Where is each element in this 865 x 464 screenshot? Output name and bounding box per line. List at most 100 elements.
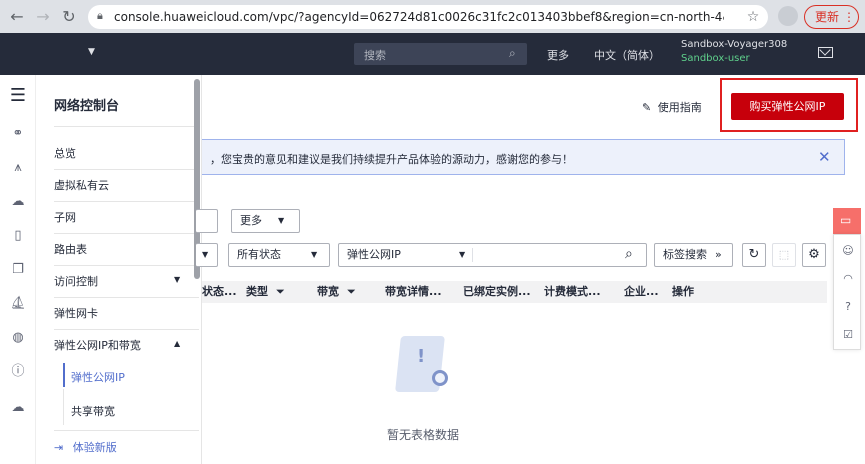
- menu-item-access-control[interactable]: 访问控制: [54, 273, 98, 289]
- menu-divider: [54, 297, 199, 298]
- export-icon[interactable]: ⬚: [772, 243, 796, 267]
- column-header-enterprise[interactable]: 企业...: [624, 281, 659, 303]
- hamburger-menu-icon[interactable]: ☰: [9, 87, 27, 105]
- eip-filter-input[interactable]: 弹性公网IP ▼ ⌕: [338, 243, 647, 267]
- more-menu[interactable]: 更多: [547, 47, 569, 63]
- menu-item-vpc[interactable]: 虚拟私有云: [54, 177, 109, 193]
- smile-icon[interactable]: ☺: [840, 243, 856, 259]
- partial-action-button[interactable]: [196, 209, 218, 233]
- console-top-nav: ▼ 搜索 ⌕ 更多 中文（简体） Sandbox-Voyager308 Sand…: [0, 33, 865, 75]
- menu-item-overview[interactable]: 总览: [54, 145, 76, 161]
- empty-table-illustration: !: [380, 330, 460, 400]
- column-header-status[interactable]: 状态...: [202, 281, 237, 303]
- forward-arrow-icon[interactable]: →: [32, 6, 54, 28]
- region-dropdown-chevron-icon[interactable]: ▼: [88, 47, 95, 57]
- headset-icon[interactable]: ◠: [840, 271, 856, 287]
- filter-icon[interactable]: ⏷: [347, 285, 356, 298]
- globe-icon[interactable]: ◍: [9, 329, 27, 347]
- browser-update-button[interactable]: 更新 ⋮: [804, 5, 859, 29]
- menu-divider: [54, 329, 199, 330]
- sailboat-icon[interactable]: ⛵︎: [9, 295, 27, 313]
- filter-divider: [472, 248, 473, 262]
- chevron-up-icon[interactable]: ▲: [174, 339, 180, 348]
- vpc-icon[interactable]: ⩚: [9, 159, 27, 177]
- more-vert-icon: ⋮: [843, 10, 855, 24]
- checklist-icon[interactable]: ☑: [840, 327, 856, 343]
- help-icon[interactable]: ?: [840, 299, 856, 315]
- profile-avatar-icon[interactable]: [778, 6, 798, 26]
- menu-item-subnet[interactable]: 子网: [54, 209, 76, 225]
- caret-down-icon: ▼: [311, 250, 318, 259]
- notice-text: ，您宝贵的意见和建议是我们持续提升产品体验的源动力，感谢您的参与！: [210, 153, 573, 166]
- main-content: ✎ 使用指南 购买弹性公网IP ，您宝贵的意见和建议是我们持续提升产品体验的源动…: [196, 75, 865, 464]
- menu-divider: [54, 430, 199, 431]
- column-header-bandwidth-detail[interactable]: 带宽详情...: [385, 281, 442, 303]
- notice-banner: ，您宝贵的意见和建议是我们持续提升产品体验的源动力，感谢您的参与！ ✕: [202, 139, 845, 175]
- chat-icon: ▭: [840, 213, 852, 227]
- edit-doc-icon: ✎: [642, 101, 652, 114]
- service-rail: ☰ ⚭ ⩚ ☁ ▯ ❐ ⛵︎ ◍ ⓘ ☁: [0, 75, 36, 464]
- column-header-billing[interactable]: 计费模式...: [544, 281, 601, 303]
- search-icon[interactable]: ⌕: [625, 243, 633, 265]
- url-text: console.huaweicloud.com/vpc/?agencyId=06…: [114, 10, 724, 24]
- username: Sandbox-Voyager308: [681, 39, 788, 50]
- menu-divider: [54, 126, 199, 127]
- cloud-outline-icon[interactable]: ☁: [9, 399, 27, 417]
- filter-icon[interactable]: ⏷: [276, 285, 285, 298]
- lock-icon: 🔒︎: [97, 9, 103, 22]
- address-bar[interactable]: 🔒︎ console.huaweicloud.com/vpc/?agencyId…: [88, 5, 768, 29]
- tag-search-button[interactable]: 标签搜索 »: [654, 243, 733, 267]
- partial-select[interactable]: ▼: [196, 243, 218, 267]
- table-header: 状态... 类型 ⏷ 带宽 ⏷ 带宽详情... 已绑定实例... 计费模式... 企…: [202, 281, 827, 303]
- language-selector[interactable]: 中文（简体）: [594, 47, 660, 63]
- feedback-chat-button[interactable]: ▭: [833, 208, 861, 234]
- menu-item-eni[interactable]: 弹性网卡: [54, 305, 98, 321]
- user-guide-link[interactable]: ✎ 使用指南: [642, 99, 702, 115]
- menu-item-route-table[interactable]: 路由表: [54, 241, 87, 257]
- try-new-version-link[interactable]: ⇥ 体验新版: [54, 439, 117, 455]
- refresh-icon[interactable]: ↻: [742, 243, 766, 267]
- menu-divider: [54, 265, 199, 266]
- menu-divider: [54, 233, 199, 234]
- column-header-bandwidth[interactable]: 带宽 ⏷: [317, 281, 356, 303]
- settings-gear-icon[interactable]: ⚙: [802, 243, 826, 267]
- more-actions-button[interactable]: 更多 ▼: [231, 209, 300, 233]
- column-header-actions: 操作: [672, 285, 694, 298]
- network-nodes-icon[interactable]: ⚭: [9, 125, 27, 143]
- back-arrow-icon[interactable]: ←: [6, 6, 28, 28]
- close-icon[interactable]: ✕: [818, 148, 831, 166]
- menu-item-shared-bandwidth[interactable]: 共享带宽: [71, 403, 115, 419]
- cloud-icon[interactable]: ☁: [9, 193, 27, 211]
- menu-divider: [54, 169, 199, 170]
- sidebar: ☰ ⚭ ⩚ ☁ ▯ ❐ ⛵︎ ◍ ⓘ ☁ 网络控制台 总览 虚拟私有云 子网 路…: [0, 75, 202, 464]
- menu-divider: [54, 201, 199, 202]
- menu-title: 网络控制台: [54, 99, 120, 114]
- menu-item-eip-bandwidth[interactable]: 弹性公网IP和带宽: [54, 337, 141, 353]
- caret-down-icon: ▼: [459, 250, 466, 259]
- search-icon[interactable]: ⌕: [509, 46, 516, 61]
- browser-chrome: ← → ↻ 🔒︎ console.huaweicloud.com/vpc/?ag…: [0, 0, 865, 33]
- active-indicator: [63, 363, 65, 387]
- user-menu[interactable]: Sandbox-Voyager308 Sandbox-user: [681, 39, 787, 64]
- buy-eip-button[interactable]: 购买弹性公网IP: [731, 93, 844, 120]
- column-header-bound-instance[interactable]: 已绑定实例...: [463, 281, 531, 303]
- column-header-type[interactable]: 类型 ⏷: [246, 281, 285, 303]
- reload-icon[interactable]: ↻: [58, 6, 80, 28]
- search-input[interactable]: 搜索 ⌕: [354, 43, 527, 65]
- double-chevron-down-icon: »: [715, 248, 722, 261]
- ip-circle-icon[interactable]: ⓘ: [9, 363, 27, 381]
- bookmark-star-icon[interactable]: ☆: [742, 6, 764, 28]
- chevron-down-icon[interactable]: ▼: [174, 275, 180, 284]
- enter-icon: ⇥: [54, 441, 64, 454]
- console-menu: 网络控制台 总览 虚拟私有云 子网 路由表 访问控制 ▼ 弹性网卡 弹性公网IP…: [36, 75, 202, 464]
- floating-toolbar: ☺ ◠ ? ☑: [833, 234, 861, 350]
- phone-device-icon[interactable]: ▯: [9, 227, 27, 245]
- copy-pages-icon[interactable]: ❐: [9, 261, 27, 279]
- menu-item-eip[interactable]: 弹性公网IP: [71, 369, 125, 385]
- submenu-line: [63, 389, 64, 425]
- caret-down-icon: ▼: [202, 250, 209, 259]
- mail-icon[interactable]: [818, 44, 833, 58]
- status-select[interactable]: 所有状态 ▼: [228, 243, 330, 267]
- empty-table-text: 暂无表格数据: [387, 428, 460, 442]
- user-role: Sandbox-user: [681, 53, 750, 64]
